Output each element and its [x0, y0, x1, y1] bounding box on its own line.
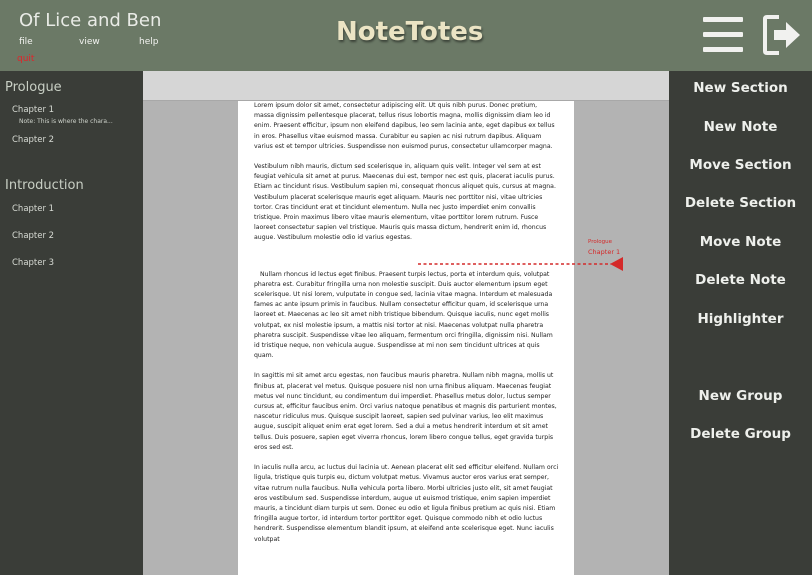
- app-title: NoteTotes: [336, 17, 484, 47]
- paragraph[interactable]: Lorem ipsum dolor sit amet, consectetur …: [254, 101, 559, 152]
- annotation-section-label: Prologue: [588, 239, 612, 245]
- menu-view[interactable]: view: [79, 37, 100, 47]
- section-title-prologue[interactable]: Prologue: [5, 80, 62, 95]
- editor-area: Lorem ipsum dolor sit amet, consectetur …: [143, 71, 669, 575]
- document-page[interactable]: Lorem ipsum dolor sit amet, consectetur …: [238, 101, 574, 575]
- chapter-item[interactable]: Chapter 1: [12, 204, 54, 214]
- new-group-button[interactable]: New Group: [669, 388, 812, 404]
- delete-note-button[interactable]: Delete Note: [669, 272, 812, 288]
- hamburger-menu-icon[interactable]: [703, 16, 743, 54]
- new-section-button[interactable]: New Section: [669, 80, 812, 96]
- document-title: Of Lice and Ben: [19, 10, 162, 31]
- delete-section-button[interactable]: Delete Section: [669, 195, 812, 211]
- paragraph[interactable]: In sagittis mi sit amet arcu egestas, no…: [254, 371, 559, 453]
- paragraph[interactable]: Nullam rhoncus id lectus eget finibus. P…: [254, 270, 559, 362]
- document-text[interactable]: Lorem ipsum dolor sit amet, consectetur …: [254, 101, 559, 555]
- actions-sidebar: New Section New Note Move Section Delete…: [669, 71, 812, 575]
- chapter-item[interactable]: Chapter 2: [12, 231, 54, 241]
- move-section-button[interactable]: Move Section: [669, 157, 812, 173]
- chapter-note[interactable]: Note: This is where the chara...: [19, 118, 113, 125]
- new-note-button[interactable]: New Note: [669, 119, 812, 135]
- chapter-item[interactable]: Chapter 1: [12, 105, 54, 115]
- outline-sidebar: Prologue Chapter 1 Note: This is where t…: [0, 71, 143, 575]
- menu-help[interactable]: help: [139, 37, 158, 47]
- editor-toolbar: [143, 71, 669, 101]
- chapter-item[interactable]: Chapter 3: [12, 258, 54, 268]
- annotation-chapter-label: Chapter 1: [588, 248, 621, 256]
- delete-group-button[interactable]: Delete Group: [669, 426, 812, 442]
- move-note-button[interactable]: Move Note: [669, 234, 812, 250]
- header: Of Lice and Ben file view help quit Note…: [0, 0, 812, 71]
- annotation-arrow-icon: [418, 257, 623, 271]
- menu-quit[interactable]: quit: [17, 54, 34, 64]
- highlighter-button[interactable]: Highlighter: [669, 311, 812, 327]
- paragraph[interactable]: In iaculis nulla arcu, ac luctus dui lac…: [254, 463, 559, 545]
- chapter-item[interactable]: Chapter 2: [12, 135, 54, 145]
- exit-icon[interactable]: [762, 14, 802, 56]
- menu-file[interactable]: file: [19, 37, 33, 47]
- paragraph[interactable]: Vestibulum nibh mauris, dictum sed scele…: [254, 162, 559, 244]
- section-title-introduction[interactable]: Introduction: [5, 178, 84, 193]
